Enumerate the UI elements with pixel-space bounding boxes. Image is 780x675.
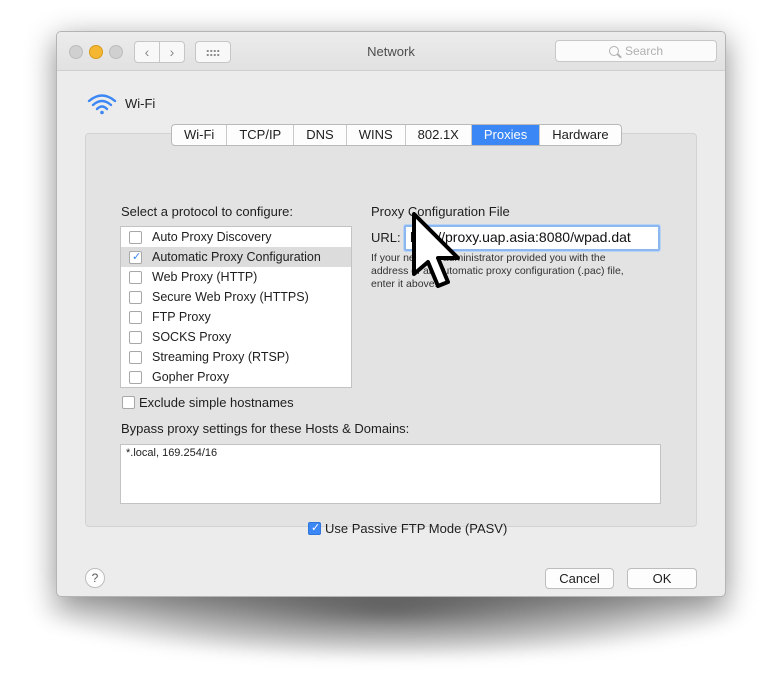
protocol-item-socks-proxy[interactable]: SOCKS Proxy — [121, 327, 351, 347]
passive-ftp-checkbox[interactable]: ✓ — [308, 522, 321, 535]
help-button[interactable]: ? — [85, 568, 105, 588]
protocol-label: FTP Proxy — [152, 310, 211, 324]
protocol-item-ftp-proxy[interactable]: FTP Proxy — [121, 307, 351, 327]
title-bar: ‹ › Network Search — [57, 32, 725, 71]
mouse-pointer-icon — [412, 212, 460, 288]
tab-tcpip[interactable]: TCP/IP — [227, 125, 295, 145]
socks-proxy-checkbox[interactable] — [129, 331, 142, 344]
protocol-heading: Select a protocol to configure: — [121, 204, 293, 219]
tab-hardware[interactable]: Hardware — [540, 125, 620, 145]
exclude-simple-label: Exclude simple hostnames — [139, 395, 294, 410]
protocol-item-web-proxy[interactable]: Web Proxy (HTTP) — [121, 267, 351, 287]
passive-ftp-label: Use Passive FTP Mode (PASV) — [325, 521, 508, 536]
tab-wins[interactable]: WINS — [347, 125, 406, 145]
checkmark-icon: ✓ — [311, 522, 321, 534]
wifi-icon — [87, 94, 117, 115]
search-field[interactable]: Search — [555, 40, 717, 62]
web-proxy-checkbox[interactable] — [129, 271, 142, 284]
secure-web-proxy-checkbox[interactable] — [129, 291, 142, 304]
protocol-item-gopher-proxy[interactable]: Gopher Proxy — [121, 367, 351, 387]
checkmark-icon: ✓ — [132, 251, 142, 263]
protocol-item-auto-discovery[interactable]: Auto Proxy Discovery — [121, 227, 351, 247]
auto-config-checkbox[interactable]: ✓ — [129, 251, 142, 264]
tab-proxies[interactable]: Proxies — [471, 125, 541, 145]
gopher-proxy-checkbox[interactable] — [129, 371, 142, 384]
protocol-label: Auto Proxy Discovery — [152, 230, 272, 244]
interface-name: Wi-Fi — [125, 96, 156, 111]
search-placeholder: Search — [624, 44, 664, 58]
bypass-value: *.local, 169.254/16 — [126, 447, 218, 459]
streaming-proxy-checkbox[interactable] — [129, 351, 142, 364]
cancel-button[interactable]: Cancel — [545, 568, 614, 589]
bypass-label: Bypass proxy settings for these Hosts & … — [121, 421, 410, 436]
exclude-simple-checkbox[interactable] — [122, 396, 135, 409]
auto-discovery-checkbox[interactable] — [129, 231, 142, 244]
settings-tabs: Wi-Fi TCP/IP DNS WINS 802.1X Proxies Har… — [171, 124, 622, 146]
protocol-list: Auto Proxy Discovery ✓ Automatic Proxy C… — [120, 226, 352, 388]
tab-8021x[interactable]: 802.1X — [406, 125, 472, 145]
search-icon — [608, 46, 619, 56]
protocol-item-streaming-proxy[interactable]: Streaming Proxy (RTSP) — [121, 347, 351, 367]
content-area: Wi-Fi Wi-Fi TCP/IP DNS WINS 802.1X Proxi… — [65, 71, 717, 589]
bypass-textarea[interactable]: *.local, 169.254/16 — [120, 444, 661, 504]
ftp-proxy-checkbox[interactable] — [129, 311, 142, 324]
protocol-item-auto-config[interactable]: ✓ Automatic Proxy Configuration — [121, 247, 351, 267]
url-label: URL: — [371, 230, 401, 245]
tab-dns[interactable]: DNS — [294, 125, 347, 145]
protocol-label: Gopher Proxy — [152, 370, 230, 384]
protocol-label: Automatic Proxy Configuration — [152, 250, 321, 264]
protocol-label: SOCKS Proxy — [152, 330, 232, 344]
protocol-item-secure-web-proxy[interactable]: Secure Web Proxy (HTTPS) — [121, 287, 351, 307]
protocol-label: Web Proxy (HTTP) — [152, 270, 258, 284]
protocol-label: Streaming Proxy (RTSP) — [152, 350, 290, 364]
network-window: ‹ › Network Search Wi-Fi Wi-Fi TCP/IP DN… — [56, 31, 726, 597]
tab-wifi[interactable]: Wi-Fi — [172, 125, 228, 145]
protocol-label: Secure Web Proxy (HTTPS) — [152, 290, 309, 304]
ok-button[interactable]: OK — [627, 568, 697, 589]
